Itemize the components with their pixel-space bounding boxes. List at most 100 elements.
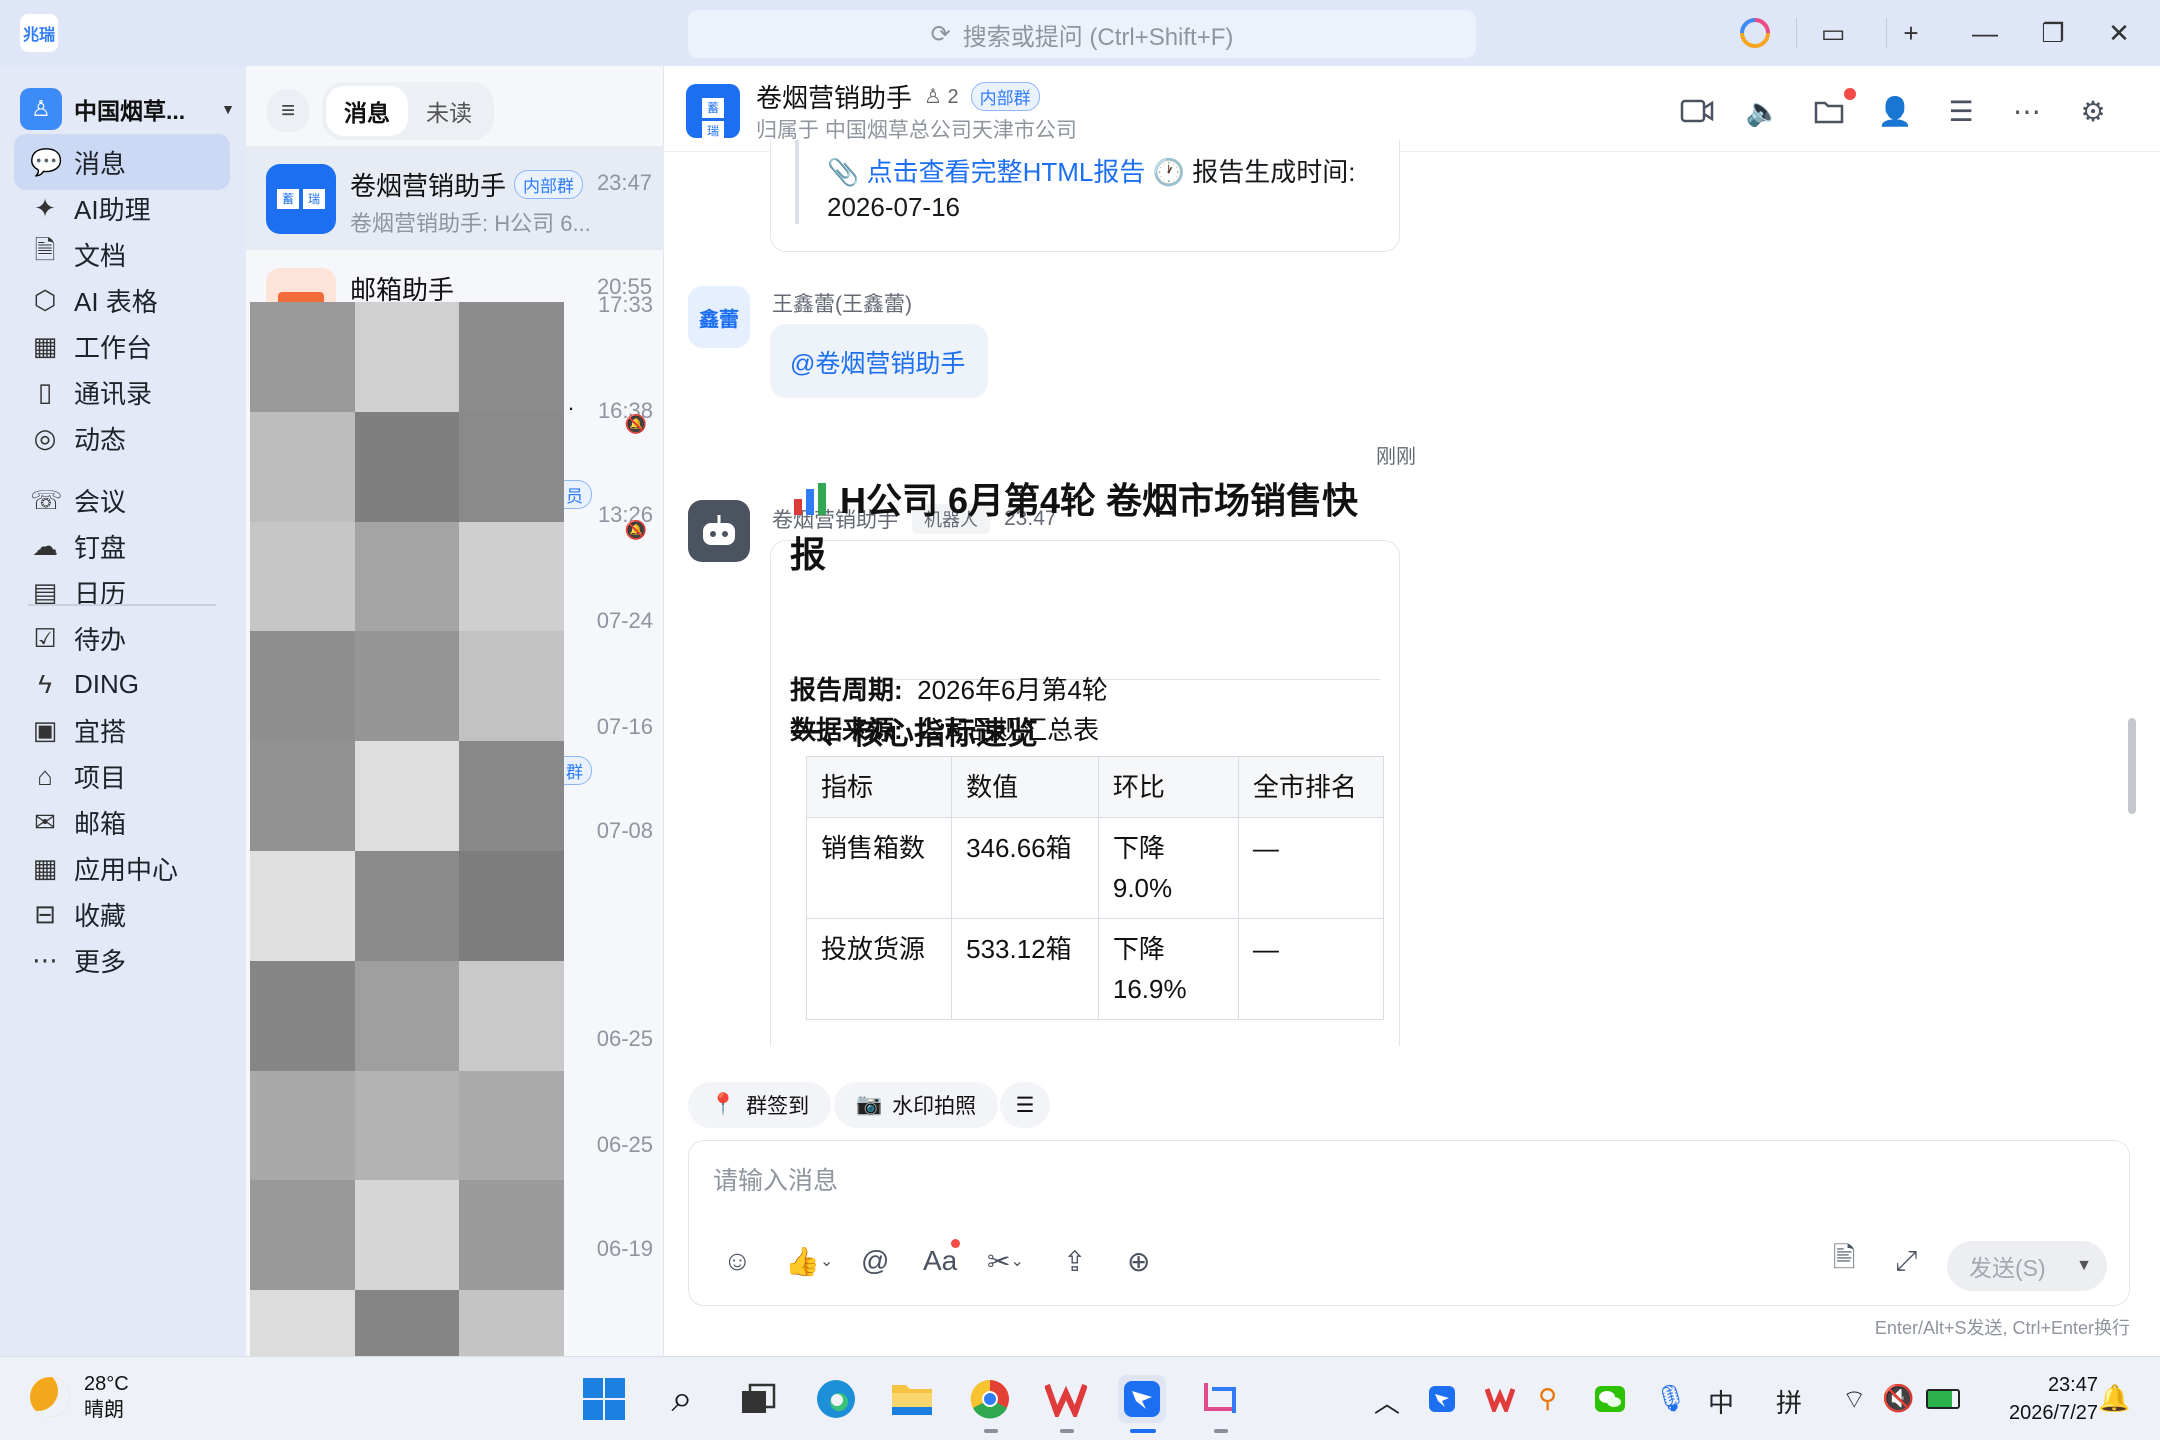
wps-tray-icon <box>1485 1388 1515 1412</box>
conversation-time: 06-19 <box>596 1236 653 1261</box>
period-label: 报告周期: <box>790 675 903 705</box>
mention-button[interactable]: @ <box>861 1241 889 1281</box>
bot-avatar[interactable] <box>688 500 750 562</box>
conversation-item-selected[interactable]: 蓄瑞 卷烟营销助手 内部群 卷烟营销助手: H公司 6... 23:47 <box>246 146 664 250</box>
tab-unread[interactable]: 未读 <box>408 86 490 136</box>
mosaic-tile <box>459 851 564 961</box>
tray-search-tool-icon[interactable]: ⚲ <box>1538 1383 1557 1414</box>
chat-scrollbar[interactable] <box>2128 718 2136 814</box>
dingtalk-app[interactable] <box>1118 1375 1166 1423</box>
add-member-button[interactable]: 👤 <box>1874 90 1916 132</box>
microphone-icon[interactable]: 🎙 <box>1654 1383 1687 1414</box>
mention-text[interactable]: @卷烟营销助手 <box>790 344 965 380</box>
global-search-bar[interactable]: ⟳ 搜索或提问 (Ctrl+Shift+F) <box>688 10 1476 58</box>
mute-icon: 🔕 <box>624 414 647 434</box>
sidebar-item-more[interactable]: ⋯ 更多 <box>14 932 230 988</box>
chat-name: 卷烟营销助手 <box>756 83 913 113</box>
emoji-button[interactable]: ☺ <box>723 1241 752 1281</box>
battery-icon[interactable] <box>1926 1389 1960 1409</box>
search-history-button[interactable]: ☰ <box>1940 90 1982 132</box>
search-button[interactable]: ⌕ <box>658 1375 706 1423</box>
paperclip-icon: 📎 <box>827 157 860 187</box>
chat-icon: 💬 <box>30 146 63 177</box>
edge-app[interactable] <box>812 1375 860 1423</box>
org-switcher[interactable]: ♙ 中国烟草... ▼ <box>20 84 235 134</box>
windows-icon <box>583 1378 625 1420</box>
tab-messages[interactable]: 消息 <box>326 86 408 136</box>
system-clock[interactable]: 23:47 2026/7/27 <box>2009 1371 2098 1427</box>
restore-button[interactable]: ❐ <box>2030 12 2076 54</box>
more-tools-button[interactable]: ⊕ <box>1127 1241 1150 1281</box>
chat-title[interactable]: 卷烟营销助手 ♙ 2 内部群 <box>756 78 1040 115</box>
clock-time: 23:47 <box>2047 1374 2098 1396</box>
tray-overflow-chevron-icon[interactable]: ︿ <box>1374 1383 1400 1420</box>
check-in-button[interactable]: 📍 群签到 <box>688 1082 832 1128</box>
ai-orb-button[interactable] <box>1732 12 1778 54</box>
conversation-time: 23:47 <box>596 170 652 195</box>
app-center-icon: ▦ <box>32 852 58 883</box>
screenshot-button[interactable]: ✂ ⌄ <box>987 1241 1024 1281</box>
file-explorer-app[interactable] <box>888 1375 936 1423</box>
sidebar-item-moments[interactable]: ◎ 动态 <box>14 410 230 466</box>
report-title-text: H公司 6月第4轮 卷烟市场销售快报 <box>790 480 1359 575</box>
close-button[interactable]: ✕ <box>2096 12 2142 54</box>
table-cell: 533.12箱 <box>951 918 1099 1020</box>
group-settings-button[interactable]: ⚙ <box>2072 90 2114 132</box>
ime-mode-indicator[interactable]: 拼 <box>1776 1383 1802 1420</box>
new-button[interactable]: + <box>1888 12 1934 54</box>
weather-widget[interactable]: 28°C 晴朗 <box>30 1371 129 1423</box>
battery-level <box>1928 1391 1952 1407</box>
send-label: 发送(S) <box>1969 1255 2046 1281</box>
ime-language-indicator[interactable]: 中 <box>1708 1383 1734 1420</box>
conversation-time: 06-25 <box>596 1026 653 1051</box>
plus-circle-icon: ⊕ <box>1127 1245 1151 1277</box>
thumbs-up-button[interactable]: 👍 ⌄ <box>785 1241 833 1281</box>
report-title: H公司 6月第4轮 卷烟市场销售快报 <box>790 474 1390 582</box>
expand-editor-button[interactable]: ⤢ <box>1895 1241 1917 1281</box>
mosaic-tile <box>354 1070 460 1181</box>
tray-dingtalk[interactable] <box>1424 1381 1460 1417</box>
ai-orb-icon <box>1740 18 1770 48</box>
tray-wps[interactable] <box>1482 1381 1518 1417</box>
tray-wechat[interactable] <box>1592 1381 1628 1417</box>
message-composer[interactable]: 请输入消息 ☺ 👍 ⌄ @ Aa ✂ ⌄ ⇪ ⊕ 🖹 ⤢ 发送(S) ▼ <box>688 1140 2130 1306</box>
mute-toggle-button[interactable]: 🔈 <box>1742 90 1784 132</box>
chrome-app[interactable] <box>966 1375 1014 1423</box>
internal-group-badge: 内部群 <box>970 82 1040 111</box>
mosaic-tile <box>250 741 355 851</box>
wps-icon <box>1045 1383 1087 1417</box>
minimize-button[interactable]: — <box>1962 12 2008 54</box>
upload-file-button[interactable]: ⇪ <box>1063 1241 1086 1281</box>
task-view-button[interactable] <box>734 1375 782 1423</box>
watermark-photo-button[interactable]: 📷 水印拍照 <box>834 1082 999 1128</box>
snipping-tool-app[interactable] <box>1196 1375 1244 1423</box>
notification-bell-icon[interactable]: 🔔 <box>2098 1383 2130 1414</box>
user-avatar[interactable]: 鑫蕾 <box>688 286 750 348</box>
video-call-button[interactable] <box>1676 90 1718 132</box>
title-bar: 兆瑞 ⟳ 搜索或提问 (Ctrl+Shift+F) ▭ + — ❐ ✕ <box>0 0 2160 66</box>
wifi-icon[interactable]: ⌔ <box>1842 1383 1866 1416</box>
ai-compose-button[interactable]: 🖹 <box>1833 1241 1856 1281</box>
mosaic-tile <box>354 851 460 961</box>
quote-bar <box>795 140 799 224</box>
message-input[interactable]: 请输入消息 <box>713 1161 838 1197</box>
ai-search-icon: ⟳ <box>930 20 951 48</box>
mosaic-tile <box>250 411 355 522</box>
expand-icon: ⤢ <box>1895 1244 1918 1276</box>
wps-app[interactable] <box>1042 1375 1090 1423</box>
chevron-down-icon: ⌄ <box>1010 1253 1024 1270</box>
send-options-caret-icon[interactable]: ▼ <box>2061 1257 2107 1275</box>
camera-icon: 📷 <box>856 1093 883 1116</box>
more-quick-actions-button[interactable]: ☰ <box>1000 1082 1050 1128</box>
screen-cast-button[interactable]: ▭ <box>1810 12 1856 54</box>
member-count[interactable]: ♙ 2 <box>924 84 959 109</box>
start-button[interactable] <box>580 1375 628 1423</box>
report-link[interactable]: 点击查看完整HTML报告 <box>867 157 1146 187</box>
send-button[interactable]: 发送(S) ▼ <box>1947 1241 2107 1291</box>
sidebar-item-label: 动态 <box>74 424 127 455</box>
upload-icon: ⇪ <box>1063 1245 1087 1277</box>
volume-muted-icon[interactable]: 🔇 <box>1882 1383 1914 1414</box>
filter-button[interactable]: ≡ <box>266 89 310 133</box>
edge-icon <box>817 1380 855 1418</box>
more-options-button[interactable]: ⋯ <box>2006 90 2048 132</box>
